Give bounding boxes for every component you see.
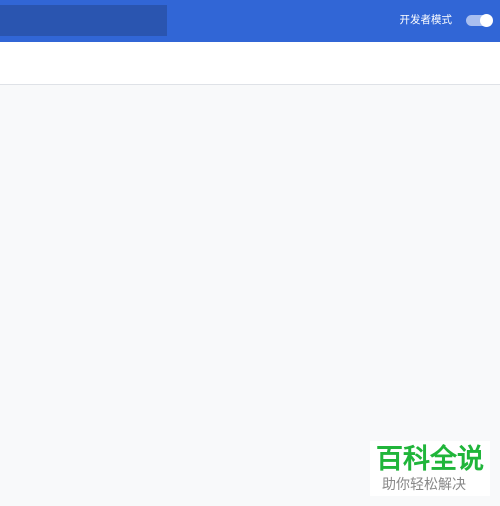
developer-mode-label: 开发者模式 xyxy=(399,14,453,26)
extensions-page: 开发者模式 百科全说 助你轻松解决 xyxy=(0,0,500,506)
top-bar: 开发者模式 xyxy=(0,0,500,42)
toggle-knob xyxy=(480,14,493,27)
watermark-subtitle: 助你轻松解决 xyxy=(382,477,466,493)
search-input[interactable] xyxy=(0,5,167,36)
developer-mode-toggle[interactable] xyxy=(466,14,493,27)
toolbar xyxy=(0,42,500,85)
watermark-logo: 百科全说 助你轻松解决 xyxy=(370,441,490,496)
watermark-title: 百科全说 xyxy=(376,444,484,475)
